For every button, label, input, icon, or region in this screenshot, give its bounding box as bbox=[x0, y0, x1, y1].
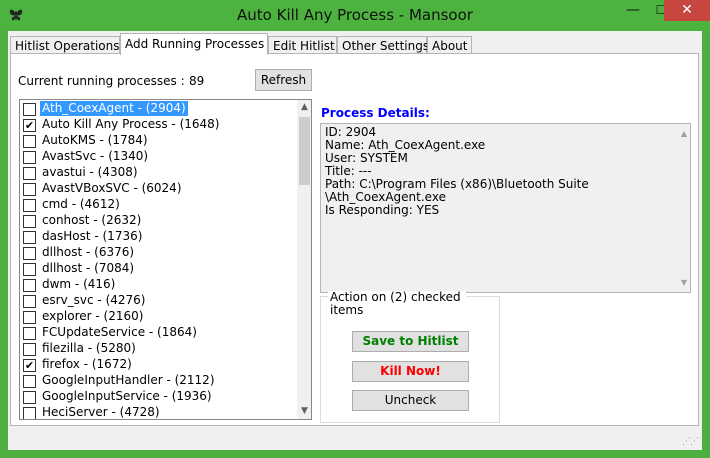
checkbox-icon[interactable] bbox=[23, 135, 36, 148]
checkbox-icon[interactable] bbox=[23, 199, 36, 212]
process-list-item[interactable]: HeciServer - (4728) bbox=[20, 405, 296, 419]
checkbox-icon[interactable] bbox=[23, 231, 36, 244]
process-list-item[interactable]: dllhost - (6376) bbox=[20, 245, 296, 261]
action-caption: Action on (2) checked items bbox=[328, 291, 466, 317]
scroll-thumb[interactable] bbox=[299, 117, 310, 185]
process-list-item[interactable]: dasHost - (1736) bbox=[20, 229, 296, 245]
checkbox-icon[interactable] bbox=[23, 391, 36, 404]
tab-edit-hitlist[interactable]: Edit Hitlist bbox=[268, 36, 337, 54]
refresh-button[interactable]: Refresh bbox=[255, 69, 312, 91]
checkbox-checked-icon[interactable]: ✔ bbox=[23, 359, 36, 372]
minimize-button[interactable]: — bbox=[618, 2, 648, 24]
checkbox-checked-icon[interactable]: ✔ bbox=[23, 119, 36, 132]
process-detail-line: User: SYSTEM bbox=[325, 151, 408, 165]
process-count-value: 89 bbox=[189, 74, 205, 88]
details-scroll-up-icon[interactable]: ▲ bbox=[681, 127, 687, 140]
process-list-item-label: AvastSvc - (1340) bbox=[42, 149, 149, 163]
save-to-hitlist-button[interactable]: Save to Hitlist bbox=[352, 331, 469, 352]
title-bar[interactable]: Auto Kill Any Process - Mansoor — ☐ ✕ bbox=[0, 0, 710, 31]
process-list-item-label: esrv_svc - (4276) bbox=[42, 293, 146, 307]
process-list-item-label: dwm - (416) bbox=[42, 277, 116, 291]
scroll-down-icon[interactable]: ▼ bbox=[297, 404, 311, 419]
checkbox-icon[interactable] bbox=[23, 247, 36, 260]
process-count-label: Current running processes : bbox=[18, 74, 185, 88]
checkbox-icon[interactable] bbox=[23, 167, 36, 180]
checkbox-icon[interactable] bbox=[23, 151, 36, 164]
process-details-box[interactable]: ID: 2904 Name: Ath_CoexAgent.exe User: SYS… bbox=[320, 123, 691, 293]
uncheck-button[interactable]: Uncheck bbox=[352, 390, 469, 411]
process-list-item-label: Ath_CoexAgent - (2904) bbox=[40, 101, 188, 116]
process-list-item[interactable]: GoogleInputHandler - (2112) bbox=[20, 373, 296, 389]
checkbox-icon[interactable] bbox=[23, 407, 36, 419]
checkbox-icon[interactable] bbox=[23, 327, 36, 340]
process-list-item-label: filezilla - (5280) bbox=[42, 341, 136, 355]
tab-panel: Current running processes : 89 Refresh A… bbox=[10, 53, 699, 426]
details-scroll-down-icon[interactable]: ▼ bbox=[681, 276, 687, 289]
tab-other-settings[interactable]: Other Settings bbox=[337, 36, 429, 54]
checkbox-icon[interactable] bbox=[23, 295, 36, 308]
scroll-up-icon[interactable]: ▲ bbox=[297, 100, 311, 115]
process-list-item[interactable]: AutoKMS - (1784) bbox=[20, 133, 296, 149]
client-area: Hitlist Operations Add Running Processes… bbox=[8, 31, 702, 450]
process-list-item[interactable]: ✔ firefox - (1672) bbox=[20, 357, 296, 373]
process-list-item-label: dasHost - (1736) bbox=[42, 229, 143, 243]
process-list-item-label: GoogleInputHandler - (2112) bbox=[42, 373, 215, 387]
process-list-item-label: HeciServer - (4728) bbox=[42, 405, 160, 419]
status-bar: ⋰⋰ bbox=[8, 428, 702, 450]
app-window: Auto Kill Any Process - Mansoor — ☐ ✕ Hi… bbox=[0, 0, 710, 458]
action-groupbox: Action on (2) checked items Save to Hitl… bbox=[320, 291, 500, 423]
checkbox-icon[interactable] bbox=[23, 279, 36, 292]
process-list-item[interactable]: dwm - (416) bbox=[20, 277, 296, 293]
resize-grip-icon[interactable]: ⋰⋰ bbox=[682, 437, 699, 447]
process-list-item-label: FCUpdateService - (1864) bbox=[42, 325, 197, 339]
process-list[interactable]: Ath_CoexAgent - (2904) ✔ Auto Kill Any Pro… bbox=[19, 99, 312, 420]
process-list-item[interactable]: ✔ Auto Kill Any Process - (1648) bbox=[20, 117, 296, 133]
process-list-item[interactable]: dllhost - (7084) bbox=[20, 261, 296, 277]
process-list-item[interactable]: esrv_svc - (4276) bbox=[20, 293, 296, 309]
process-list-item[interactable]: AvastSvc - (1340) bbox=[20, 149, 296, 165]
close-button[interactable]: ✕ bbox=[664, 0, 710, 21]
kill-now-button[interactable]: Kill Now! bbox=[352, 361, 469, 382]
process-list-item[interactable]: conhost - (2632) bbox=[20, 213, 296, 229]
process-list-item-label: AvastVBoxSVC - (6024) bbox=[42, 181, 182, 195]
process-list-item-label: GoogleInputService - (1936) bbox=[42, 389, 212, 403]
process-list-item[interactable]: avastui - (4308) bbox=[20, 165, 296, 181]
checkbox-icon[interactable] bbox=[23, 183, 36, 196]
process-list-item[interactable]: explorer - (2160) bbox=[20, 309, 296, 325]
checkbox-icon[interactable] bbox=[23, 215, 36, 228]
process-list-item-label: firefox - (1672) bbox=[42, 357, 132, 371]
process-list-item-label: dllhost - (7084) bbox=[42, 261, 135, 275]
tab-about[interactable]: About bbox=[427, 36, 472, 54]
process-list-item[interactable]: filezilla - (5280) bbox=[20, 341, 296, 357]
process-list-item-label: AutoKMS - (1784) bbox=[42, 133, 148, 147]
window-title: Auto Kill Any Process - Mansoor bbox=[237, 6, 473, 24]
tab-strip: Hitlist Operations Add Running Processes… bbox=[10, 33, 700, 55]
checkbox-icon[interactable] bbox=[23, 103, 36, 116]
process-list-item[interactable]: GoogleInputService - (1936) bbox=[20, 389, 296, 405]
tab-hitlist-operations[interactable]: Hitlist Operations bbox=[10, 36, 120, 54]
process-list-item-label: Auto Kill Any Process - (1648) bbox=[42, 117, 220, 131]
tab-add-running-processes[interactable]: Add Running Processes bbox=[120, 33, 268, 55]
checkbox-icon[interactable] bbox=[23, 311, 36, 324]
process-list-item-label: conhost - (2632) bbox=[42, 213, 142, 227]
checkbox-icon[interactable] bbox=[23, 263, 36, 276]
process-list-item-label: dllhost - (6376) bbox=[42, 245, 135, 259]
process-detail-line: Is Responding: YES bbox=[325, 203, 440, 217]
process-list-item[interactable]: cmd - (4612) bbox=[20, 197, 296, 213]
checkbox-icon[interactable] bbox=[23, 343, 36, 356]
vertical-scrollbar[interactable]: ▲ ▼ bbox=[297, 100, 311, 419]
checkbox-icon[interactable] bbox=[23, 375, 36, 388]
process-details-title: Process Details: bbox=[321, 106, 430, 120]
process-list-item[interactable]: FCUpdateService - (1864) bbox=[20, 325, 296, 341]
process-list-item-label: avastui - (4308) bbox=[42, 165, 138, 179]
process-list-item[interactable]: Ath_CoexAgent - (2904) bbox=[20, 101, 296, 117]
process-list-item-label: explorer - (2160) bbox=[42, 309, 144, 323]
process-list-item[interactable]: AvastVBoxSVC - (6024) bbox=[20, 181, 296, 197]
process-list-item-label: cmd - (4612) bbox=[42, 197, 120, 211]
